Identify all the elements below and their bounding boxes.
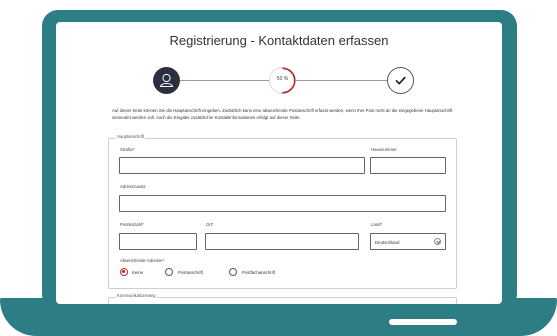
page-title: Registrierung - Kontaktdaten erfassen — [169, 33, 389, 48]
laptop-trackpad-slot — [389, 319, 457, 325]
address-extra-input[interactable] — [119, 195, 446, 212]
check-icon — [395, 76, 406, 85]
street-label: Straße* — [120, 147, 135, 152]
stepper-line-1 — [180, 80, 269, 81]
country-select[interactable]: Deutschland — [370, 233, 446, 250]
radio-keine-label: Keine — [132, 270, 143, 275]
city-input[interactable] — [205, 233, 359, 250]
radio-keine[interactable] — [120, 268, 128, 276]
postal-code-input[interactable] — [119, 233, 197, 250]
communication-legend: Kommunikationsweg — [116, 293, 157, 298]
chevron-down-icon — [434, 238, 441, 245]
radio-postfachanschrift-label: Postfachanschrift — [242, 270, 275, 275]
intro-text: Auf dieser Seite können Sie die Hauptans… — [112, 108, 453, 120]
step-3-pending — [387, 67, 414, 94]
street-input[interactable] — [119, 157, 365, 174]
house-number-label: Hausnummer — [371, 147, 397, 152]
user-icon — [159, 73, 174, 87]
country-label: Land* — [371, 222, 383, 227]
step-1-completed — [153, 67, 180, 94]
country-select-value: Deutschland — [375, 240, 400, 245]
main-address-legend: Hauptanschrift — [116, 134, 145, 139]
postal-code-label: Postleitzahl* — [120, 222, 144, 227]
radio-postfachanschrift[interactable] — [229, 268, 237, 276]
house-number-input[interactable] — [370, 157, 446, 174]
progress-percent: 50 % — [276, 76, 289, 82]
alt-address-label: Abweichende Adresse* — [120, 258, 165, 263]
address-extra-label: Adresszusatz — [120, 184, 146, 189]
stepper-line-2 — [296, 80, 387, 81]
laptop-screen: Registrierung - Kontaktdaten erfassen 50… — [56, 22, 502, 304]
city-label: Ort* — [206, 222, 214, 227]
radio-postanschrift-label: Postanschrift — [178, 270, 203, 275]
communication-fieldset — [108, 297, 457, 304]
radio-postanschrift[interactable] — [165, 268, 173, 276]
